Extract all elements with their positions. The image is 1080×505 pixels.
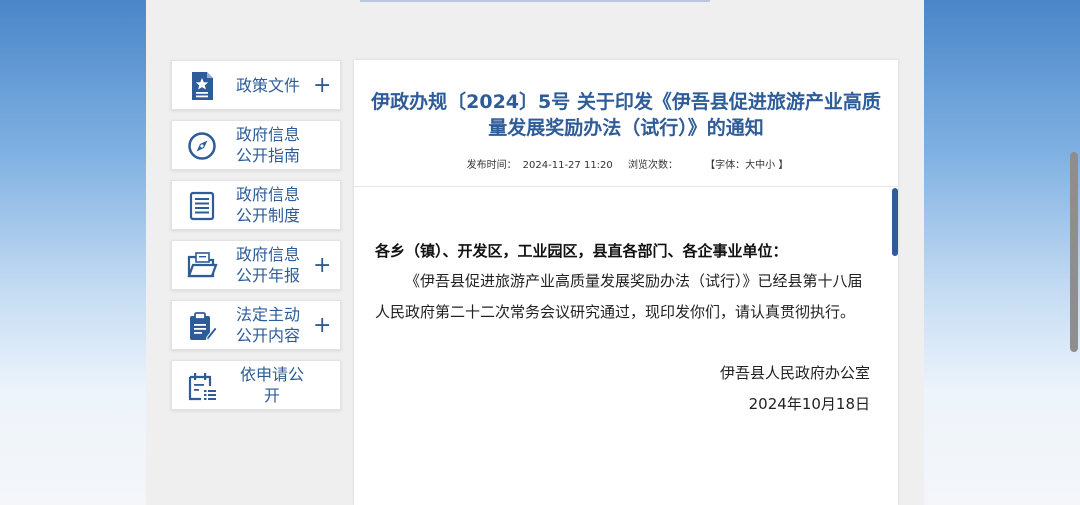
- sidebar-item-label: 政府信息 公开指南: [235, 125, 300, 165]
- sidebar-item-policy-documents[interactable]: 政策文件 +: [171, 60, 341, 110]
- expand-plus-icon[interactable]: +: [313, 253, 331, 279]
- article-meta: 发布时间： 2024-11-27 11:20 浏览次数： 【字体：大中小 】: [354, 156, 898, 171]
- header-divider: [354, 186, 898, 187]
- document-star-icon: [186, 70, 218, 102]
- sidebar-item-statutory-disclosure[interactable]: 法定主动 公开内容 +: [171, 300, 341, 350]
- page-scrollbar[interactable]: [1070, 152, 1078, 352]
- folder-open-icon: [186, 250, 218, 282]
- article-greeting: 各乡（镇）、开发区，工业园区，县直各部门、各企事业单位：: [375, 242, 788, 260]
- top-nav-underline: [360, 0, 710, 2]
- sidebar-item-label: 政府信息 公开制度: [235, 185, 300, 225]
- article-panel: 伊政办规〔2024〕5号 关于印发《伊吾县促进旅游产业高质量发展奖励办法（试行）…: [354, 60, 898, 505]
- sidebar-item-label: 政府信息 公开年报: [235, 245, 300, 285]
- view-count-label: 浏览次数：: [627, 160, 678, 171]
- article-title: 伊政办规〔2024〕5号 关于印发《伊吾县促进旅游产业高质量发展奖励办法（试行）…: [371, 91, 881, 139]
- sidebar-item-label: 政策文件: [235, 75, 300, 95]
- sidebar-item-disclosure-system[interactable]: 政府信息 公开制度: [171, 180, 341, 230]
- view-count: 浏览次数：: [625, 160, 687, 171]
- clipboard-pen-icon: [186, 310, 218, 342]
- sidebar-item-label: 依申请公 开: [239, 365, 304, 405]
- sidebar-item-disclosure-guide[interactable]: 政府信息 公开指南: [171, 120, 341, 170]
- article-body: 《伊吾县促进旅游产业高质量发展奖励办法（试行）》已经县第十八届人民政府第二十二次…: [375, 272, 863, 321]
- sidebar-item-label: 法定主动 公开内容: [235, 305, 300, 345]
- publish-time: 发布时间： 2024-11-27 11:20: [464, 160, 616, 171]
- article-scrollbar[interactable]: [892, 188, 898, 256]
- expand-plus-icon[interactable]: +: [313, 313, 331, 339]
- sidebar-item-apply-disclosure[interactable]: 依申请公 开: [171, 360, 341, 410]
- expand-plus-icon[interactable]: +: [313, 73, 331, 99]
- sidebar-item-annual-report[interactable]: 政府信息 公开年报 +: [171, 240, 341, 290]
- calendar-list-icon: [186, 370, 218, 402]
- font-size-control[interactable]: 【字体：大中小 】: [705, 160, 788, 171]
- list-document-icon: [186, 190, 218, 222]
- issuing-office: 伊吾县人民政府办公室: [719, 364, 870, 382]
- publish-time-value: 2024-11-27 11:20: [522, 160, 613, 171]
- issue-date: 2024年10月18日: [748, 395, 870, 413]
- publish-time-label: 发布时间：: [466, 160, 517, 171]
- article-signature: 伊吾县人民政府办公室 2024年10月18日: [720, 358, 870, 420]
- compass-icon: [186, 130, 218, 162]
